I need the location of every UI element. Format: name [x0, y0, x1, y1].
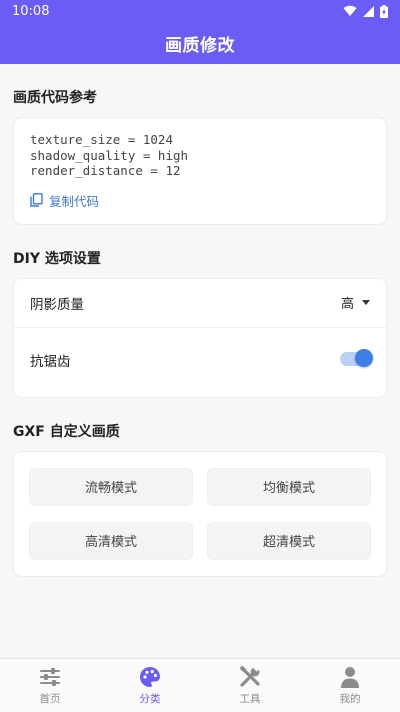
- copy-code-button[interactable]: 复制代码: [30, 191, 370, 210]
- diy-section-title: DIY 选项设置: [13, 250, 101, 267]
- mode-button-ultra[interactable]: 超清模式: [207, 521, 371, 560]
- status-time: 10:08: [12, 3, 50, 19]
- copy-icon: [30, 193, 43, 207]
- caret-down-icon: [362, 300, 370, 305]
- mode-grid: 流畅模式 均衡模式 高清模式 超清模式: [29, 467, 371, 560]
- battery-icon: [380, 4, 388, 18]
- shadow-quality-value: 高: [340, 297, 354, 312]
- code-line-1: texture_size = 1024: [30, 132, 173, 147]
- main-content: 画质代码参考 texture_size = 1024 shadow_qualit…: [0, 64, 400, 658]
- diy-card: 阴影质量 高 抗锯齿: [13, 277, 387, 398]
- bottom-nav: 首页 分类 工具 我的: [0, 658, 400, 712]
- status-bar: 10:08: [0, 0, 400, 22]
- signal-icon: [363, 5, 374, 17]
- code-card: texture_size = 1024 shadow_quality = hig…: [13, 117, 387, 225]
- page-title: 画质修改: [165, 35, 235, 56]
- wifi-icon: [343, 5, 357, 17]
- gxf-card: 流畅模式 均衡模式 高清模式 超清模式: [13, 450, 387, 577]
- anti-aliasing-row: 抗锯齿: [14, 326, 386, 397]
- gxf-section-title: GXF 自定义画质: [13, 423, 120, 440]
- mode-button-balanced[interactable]: 均衡模式: [207, 467, 371, 506]
- tools-icon: [239, 665, 261, 689]
- anti-aliasing-label: 抗锯齿: [30, 353, 71, 370]
- sliders-icon: [39, 665, 61, 689]
- nav-item-home[interactable]: 首页: [10, 665, 90, 706]
- mode-button-smooth[interactable]: 流畅模式: [29, 467, 193, 506]
- copy-code-label: 复制代码: [49, 193, 100, 209]
- shadow-quality-select[interactable]: 高: [341, 293, 370, 312]
- code-line-3: render_distance = 12: [30, 163, 181, 178]
- palette-icon: [139, 665, 161, 689]
- toggle-knob: [355, 348, 373, 367]
- code-line-2: shadow_quality = high: [30, 147, 189, 163]
- mode-button-hd[interactable]: 高清模式: [29, 521, 193, 560]
- app-bar: 画质修改: [0, 22, 400, 64]
- shadow-quality-label: 阴影质量: [30, 296, 84, 313]
- nav-label-category: 分类: [139, 693, 161, 705]
- nav-label-profile: 我的: [339, 693, 361, 705]
- top-bar: 10:08 画质修改: [0, 0, 400, 64]
- nav-item-tools[interactable]: 工具: [210, 665, 290, 706]
- nav-label-tools: 工具: [239, 693, 261, 705]
- anti-aliasing-toggle[interactable]: [340, 348, 373, 367]
- code-section-title: 画质代码参考: [13, 90, 97, 106]
- nav-item-profile[interactable]: 我的: [310, 665, 390, 706]
- app-root: 10:08 画质修改 画质代码参考 texture_size = 1024 sh…: [0, 0, 400, 712]
- shadow-quality-row: 阴影质量 高: [14, 279, 386, 327]
- nav-item-category[interactable]: 分类: [110, 665, 190, 706]
- person-icon: [340, 665, 360, 689]
- nav-label-home: 首页: [39, 693, 61, 705]
- status-icons: [343, 4, 388, 18]
